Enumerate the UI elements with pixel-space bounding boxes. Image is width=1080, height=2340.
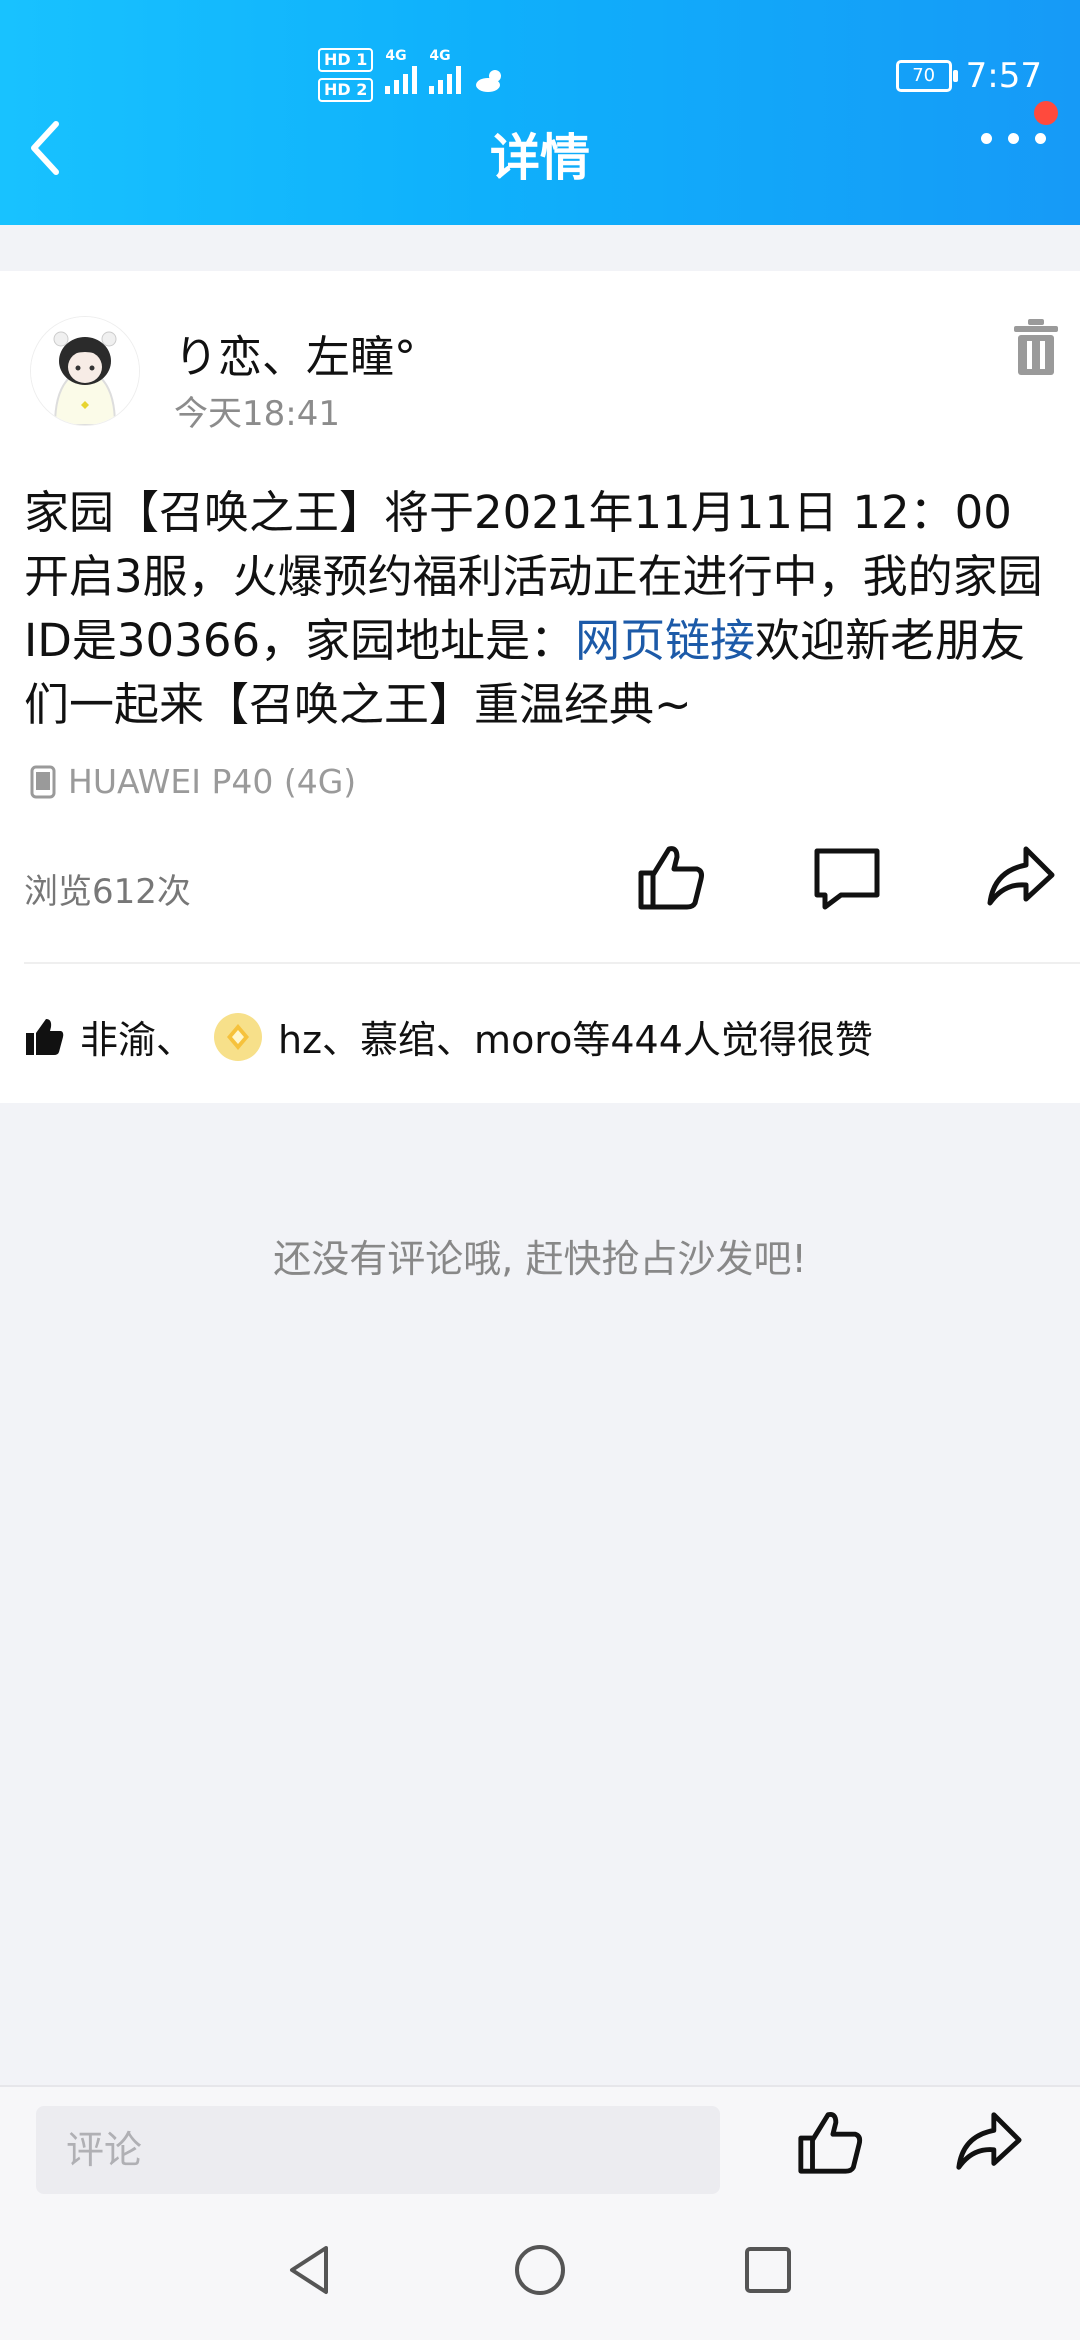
header: HD 1 HD 2 4G 4G 70 7:57 详情 — [0, 0, 1080, 225]
thumbs-up-icon[interactable] — [795, 2107, 865, 2177]
system-navigation-bar — [0, 2205, 1080, 2340]
phone-icon — [30, 765, 56, 798]
post-content: 家园【召唤之王】将于2021年11月11日 12：00开启3服，火爆预约福利活动… — [24, 481, 1054, 737]
status-bar: HD 1 HD 2 4G 4G 70 7:57 — [0, 0, 1080, 120]
bottom-comment-bar — [0, 2085, 1080, 2207]
likers-part2: hz、慕绾、moro等444人觉得很赞 — [278, 1018, 873, 1062]
username[interactable]: り恋、左瞳° — [174, 321, 416, 385]
more-horizontal-icon[interactable] — [981, 133, 1046, 144]
nav-recents-icon[interactable] — [738, 2240, 798, 2300]
comment-input[interactable] — [36, 2106, 720, 2194]
notification-dot — [1034, 101, 1058, 125]
hd1-badge: HD 1 — [318, 48, 374, 72]
nav-back-icon[interactable] — [280, 2240, 340, 2300]
user-badge-icon — [214, 1012, 263, 1061]
view-count: 浏览612次 — [24, 872, 191, 912]
thumbs-up-icon[interactable] — [635, 841, 707, 913]
likers-part1: 非渝、 — [80, 1018, 195, 1062]
signal-strength-2-icon — [429, 64, 462, 94]
network-type-2: 4G — [429, 48, 451, 64]
network-type-1: 4G — [385, 48, 407, 64]
avatar[interactable] — [30, 316, 140, 426]
status-right: 70 7:57 — [895, 56, 1042, 96]
share-icon[interactable] — [984, 841, 1056, 913]
avatar-image — [31, 317, 139, 425]
post-time: 今天18:41 — [174, 394, 340, 434]
hd-badges: HD 1 HD 2 — [318, 48, 374, 102]
clock: 7:57 — [965, 56, 1042, 96]
battery-level: 70 — [912, 65, 936, 86]
divider — [24, 962, 1080, 964]
network-indicators: HD 1 HD 2 4G 4G — [318, 48, 509, 102]
thumbs-up-filled-icon — [26, 1018, 64, 1055]
page-title: 详情 — [490, 129, 590, 187]
comment-icon[interactable] — [811, 841, 883, 913]
empty-comments-message: 还没有评论哦, 赶快抢占沙发吧! — [273, 1237, 807, 1281]
share-icon[interactable] — [952, 2107, 1024, 2177]
signal-strength-1-icon — [385, 64, 418, 94]
device-info: HUAWEI P40 (4G) — [30, 762, 356, 801]
post-card: り恋、左瞳° 今天18:41 家园【召唤之王】将于2021年11月11日 12：… — [0, 271, 1080, 1103]
nav-home-icon[interactable] — [510, 2240, 570, 2300]
web-link[interactable]: 网页链接 — [575, 614, 755, 667]
trash-icon[interactable] — [1012, 319, 1060, 377]
device-name: HUAWEI P40 (4G) — [68, 762, 357, 801]
hd2-badge: HD 2 — [318, 78, 374, 102]
crystal-icon — [227, 1023, 250, 1050]
weather-icon — [476, 70, 502, 92]
battery-icon: 70 — [895, 60, 958, 92]
likes-summary[interactable]: 非渝、 hz、慕绾、moro等444人觉得很赞 — [26, 1009, 873, 1064]
